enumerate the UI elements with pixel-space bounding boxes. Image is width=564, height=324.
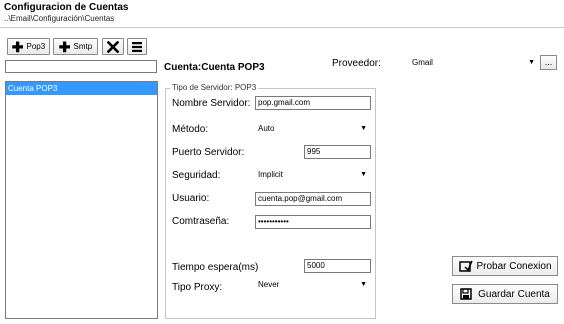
breadcrumb: ..\Email\Configuración\Cuentas <box>4 14 115 23</box>
save-account-label: Guardar Cuenta <box>478 288 550 300</box>
chevron-down-icon: ▼ <box>360 281 367 288</box>
save-icon <box>457 288 475 300</box>
test-connection-label: Probar Conexion <box>476 260 552 272</box>
provider-more-button[interactable]: ... <box>540 55 557 70</box>
chevron-down-icon: ▼ <box>360 125 367 132</box>
account-search-input[interactable] <box>5 60 157 73</box>
provider-value: Gmail <box>412 58 433 67</box>
add-pop3-button[interactable]: ✚ Pop3 <box>7 38 50 55</box>
close-icon <box>107 40 119 53</box>
provider-select[interactable]: Gmail ▼ <box>408 55 539 70</box>
menu-button[interactable] <box>127 38 147 55</box>
save-account-button[interactable]: Guardar Cuenta <box>452 284 558 304</box>
security-label: Seguridad: <box>172 170 221 181</box>
add-smtp-label: Smtp <box>73 42 93 51</box>
user-field[interactable]: cuenta.pop@gmail.com <box>255 192 371 206</box>
method-label: Método: <box>172 124 209 135</box>
test-connection-button[interactable]: Probar Conexion <box>452 256 558 276</box>
delete-button[interactable] <box>102 38 124 55</box>
port-label: Puerto Servidor: <box>172 147 245 158</box>
plus-icon: ✚ <box>11 38 24 55</box>
provider-label: Proveedor: <box>332 58 381 69</box>
security-select[interactable]: Implicit ▼ <box>255 168 371 182</box>
port-field[interactable]: 995 <box>304 145 371 159</box>
add-smtp-button[interactable]: ✚ Smtp <box>53 38 98 55</box>
timeout-field[interactable]: 5000 <box>304 259 371 273</box>
server-name-field[interactable]: pop.gmail.com <box>255 96 371 110</box>
page-title: Configuracion de Cuentas <box>4 2 129 13</box>
server-name-label: Nombre Servidor: <box>172 98 251 109</box>
method-select[interactable]: Auto ▼ <box>255 122 371 136</box>
user-label: Usuario: <box>172 193 210 204</box>
list-item[interactable]: Cuenta POP3 <box>6 82 157 95</box>
account-name-title: Cuenta:Cuenta POP3 <box>164 62 265 73</box>
header-divider <box>0 27 564 28</box>
chevron-down-icon: ▼ <box>528 59 535 66</box>
plus-icon: ✚ <box>58 38 71 55</box>
password-label: Comtraseña: <box>172 216 230 227</box>
test-connection-icon <box>457 260 475 273</box>
security-value: Implicit <box>258 170 283 179</box>
chevron-down-icon: ▼ <box>360 171 367 178</box>
proxy-value: Never <box>258 280 280 289</box>
method-value: Auto <box>258 124 275 133</box>
password-field[interactable]: ••••••••••• <box>255 215 371 229</box>
timeout-label: Tiempo espera(ms) <box>172 262 259 273</box>
proxy-select[interactable]: Never ▼ <box>255 278 371 292</box>
add-pop3-label: Pop3 <box>26 42 46 51</box>
proxy-label: Tipo Proxy: <box>172 282 223 293</box>
server-type-legend: Tipo de Servidor: POP3 <box>170 83 259 92</box>
menu-icon <box>132 41 142 52</box>
account-list[interactable]: Cuenta POP3 <box>5 81 158 319</box>
